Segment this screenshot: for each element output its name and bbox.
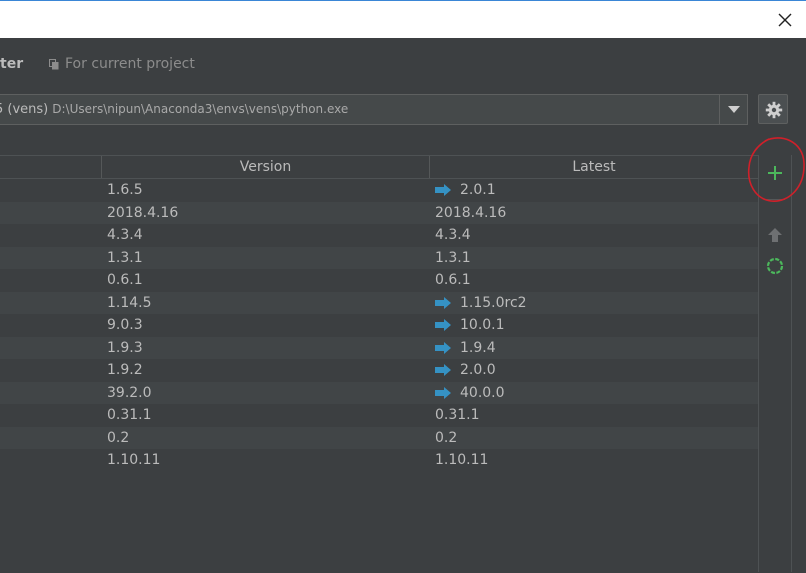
table-row[interactable]: 39.2.0 40.0.0 bbox=[0, 381, 758, 405]
table-row[interactable]: 0.31.1 0.31.1 bbox=[0, 404, 758, 427]
latest-value: 1.9.4 bbox=[460, 339, 496, 356]
version-cell: 0.2 bbox=[107, 429, 130, 446]
upgrade-arrow-icon bbox=[435, 296, 451, 309]
table-row[interactable]: 0.2 0.2 bbox=[0, 426, 758, 450]
latest-cell: 1.15.0rc2 bbox=[435, 292, 527, 315]
packages-toolbar bbox=[758, 155, 792, 572]
version-cell: 1.6.5 bbox=[107, 182, 143, 198]
latest-cell: 2.0.0 bbox=[435, 359, 496, 382]
packages-table: Version Latest 1.6.5 2.0.1 2018.4.16 2018.4… bbox=[0, 155, 758, 573]
chevron-down-icon bbox=[728, 106, 740, 113]
upgrade-arrow-icon bbox=[435, 364, 451, 377]
table-row[interactable]: 1.14.5 1.15.0rc2 bbox=[0, 291, 758, 315]
column-header-latest[interactable]: Latest bbox=[430, 156, 758, 178]
spinner-icon bbox=[766, 257, 784, 275]
arrow-up-icon[interactable] bbox=[765, 225, 785, 245]
table-row[interactable]: 1.6.5 2.0.1 bbox=[0, 179, 758, 202]
latest-cell: 2018.4.16 bbox=[435, 202, 506, 225]
upgrade-arrow-icon bbox=[435, 386, 451, 399]
table-row[interactable]: 1.9.3 1.9.4 bbox=[0, 336, 758, 360]
latest-value: 2.0.0 bbox=[460, 362, 496, 378]
latest-value: 0.6.1 bbox=[435, 272, 471, 288]
column-header-version[interactable]: Version bbox=[102, 156, 430, 178]
table-row[interactable]: 9.0.3 10.0.1 bbox=[0, 314, 758, 337]
latest-value: 1.10.11 bbox=[435, 452, 489, 468]
project-label: For current project bbox=[65, 56, 195, 72]
version-cell: 1.3.1 bbox=[107, 249, 143, 266]
breadcrumb-project: For current project bbox=[49, 54, 195, 74]
latest-cell: 1.9.4 bbox=[435, 337, 496, 360]
upgrade-arrow-icon bbox=[435, 184, 451, 197]
latest-value: 2018.4.16 bbox=[435, 204, 507, 221]
interpreter-name: 5 (vens) bbox=[0, 102, 49, 117]
gear-icon bbox=[765, 101, 783, 119]
project-icon bbox=[49, 58, 59, 69]
version-cell: 0.6.1 bbox=[107, 272, 143, 288]
toolbar-separator bbox=[765, 199, 785, 200]
interpreter-select[interactable]: 5 (vens) D:\Users\nipun\Anaconda3\envs\ve… bbox=[0, 94, 748, 125]
version-cell: 1.14.5 bbox=[107, 294, 152, 311]
latest-value: 0.31.1 bbox=[435, 407, 480, 423]
latest-value: 4.3.4 bbox=[435, 227, 471, 243]
table-row[interactable]: 0.6.1 0.6.1 bbox=[0, 269, 758, 292]
latest-cell: 0.6.1 bbox=[435, 269, 471, 292]
table-header: Version Latest bbox=[0, 156, 758, 179]
version-cell: 39.2.0 bbox=[107, 384, 152, 401]
table-row[interactable]: 1.3.1 1.3.1 bbox=[0, 246, 758, 270]
latest-cell: 10.0.1 bbox=[435, 314, 505, 337]
version-cell: 1.9.3 bbox=[107, 339, 143, 356]
close-icon[interactable] bbox=[774, 9, 796, 31]
latest-value: 0.2 bbox=[435, 429, 458, 446]
interpreter-dropdown-button[interactable] bbox=[719, 94, 747, 125]
latest-cell: 4.3.4 bbox=[435, 224, 471, 247]
latest-cell: 2.0.1 bbox=[435, 179, 496, 202]
version-cell: 1.10.11 bbox=[107, 452, 161, 468]
latest-cell: 40.0.0 bbox=[435, 382, 505, 405]
latest-value: 1.15.0rc2 bbox=[460, 294, 527, 311]
table-row[interactable]: 2018.4.16 2018.4.16 bbox=[0, 201, 758, 225]
latest-value: 1.3.1 bbox=[435, 249, 471, 266]
upgrade-arrow-icon bbox=[435, 319, 451, 332]
version-cell: 2018.4.16 bbox=[107, 204, 179, 221]
interpreter-path: D:\Users\nipun\Anaconda3\envs\vens\pytho… bbox=[52, 102, 349, 116]
table-row[interactable]: 1.10.11 1.10.11 bbox=[0, 449, 758, 472]
version-cell: 0.31.1 bbox=[107, 407, 152, 423]
latest-value: 2.0.1 bbox=[460, 182, 496, 198]
latest-cell: 0.2 bbox=[435, 427, 457, 450]
plus-icon[interactable] bbox=[765, 163, 785, 183]
column-header-package[interactable] bbox=[0, 156, 102, 178]
latest-cell: 1.3.1 bbox=[435, 247, 471, 270]
settings-button[interactable] bbox=[758, 94, 788, 124]
latest-value: 40.0.0 bbox=[460, 384, 505, 401]
table-row[interactable]: 4.3.4 4.3.4 bbox=[0, 224, 758, 247]
version-cell: 9.0.3 bbox=[107, 317, 143, 333]
version-cell: 4.3.4 bbox=[107, 227, 143, 243]
version-cell: 1.9.2 bbox=[107, 362, 143, 378]
upgrade-arrow-icon bbox=[435, 341, 451, 354]
latest-cell: 1.10.11 bbox=[435, 449, 488, 472]
latest-value: 10.0.1 bbox=[460, 317, 505, 333]
table-row[interactable]: 1.9.2 2.0.0 bbox=[0, 359, 758, 382]
breadcrumb-interpreter[interactable]: ter bbox=[0, 54, 23, 74]
dialog-title-bar bbox=[0, 0, 806, 38]
latest-cell: 0.31.1 bbox=[435, 404, 480, 427]
